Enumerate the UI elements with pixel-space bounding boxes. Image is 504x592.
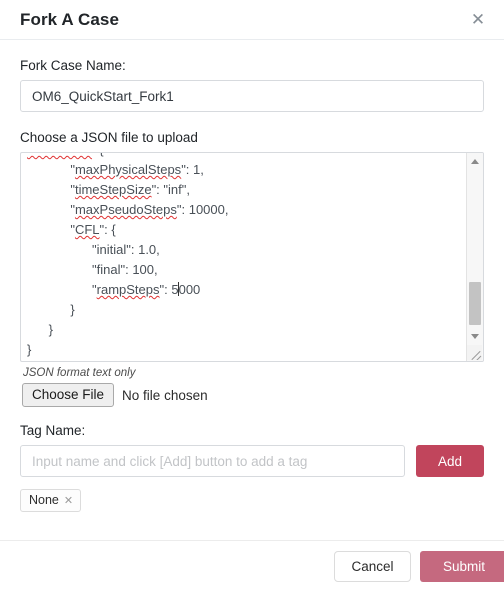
tag-chip-label: None (29, 493, 59, 507)
fork-case-dialog: Fork A Case ✕ Fork Case Name: Choose a J… (0, 0, 504, 592)
tag-input-row: Add (20, 445, 484, 477)
add-tag-button[interactable]: Add (416, 445, 484, 477)
triangle-up-icon[interactable] (467, 153, 483, 169)
close-icon[interactable]: ✕ (64, 494, 73, 507)
dialog-footer: Cancel Submit (0, 540, 504, 592)
dialog-body: Fork Case Name: Choose a JSON file to up… (0, 40, 504, 540)
resize-handle-icon[interactable] (467, 345, 482, 360)
close-icon[interactable]: ✕ (465, 7, 491, 33)
tag-name-input[interactable] (20, 445, 405, 477)
json-format-hint: JSON format text only (23, 367, 136, 379)
page-title: Fork A Case (20, 9, 120, 29)
fork-case-name-input[interactable] (20, 80, 484, 112)
json-textarea-content[interactable]: { "maxPhysicalSteps": 1, "timeStepSize":… (21, 153, 466, 360)
dialog-header: Fork A Case ✕ (0, 0, 504, 40)
json-textarea-wrapper: { "maxPhysicalSteps": 1, "timeStepSize":… (20, 152, 484, 362)
scrollbar-thumb[interactable] (469, 282, 481, 325)
file-chooser-row: Choose File No file chosen (22, 383, 484, 407)
choose-file-button[interactable]: Choose File (22, 383, 115, 407)
triangle-down-icon[interactable] (467, 328, 483, 344)
json-textarea-scrollbar[interactable] (466, 153, 483, 361)
tag-name-label: Tag Name: (20, 423, 86, 438)
tag-chip[interactable]: None ✕ (20, 489, 82, 512)
cancel-button[interactable]: Cancel (334, 551, 411, 582)
fork-case-name-label: Fork Case Name: (20, 58, 126, 73)
file-chosen-status: No file chosen (122, 387, 208, 403)
tag-chip-list: None ✕ (20, 489, 484, 512)
submit-button[interactable]: Submit (420, 551, 504, 582)
json-upload-label: Choose a JSON file to upload (20, 130, 198, 145)
json-textarea-scroll[interactable]: { "maxPhysicalSteps": 1, "timeStepSize":… (21, 153, 466, 361)
